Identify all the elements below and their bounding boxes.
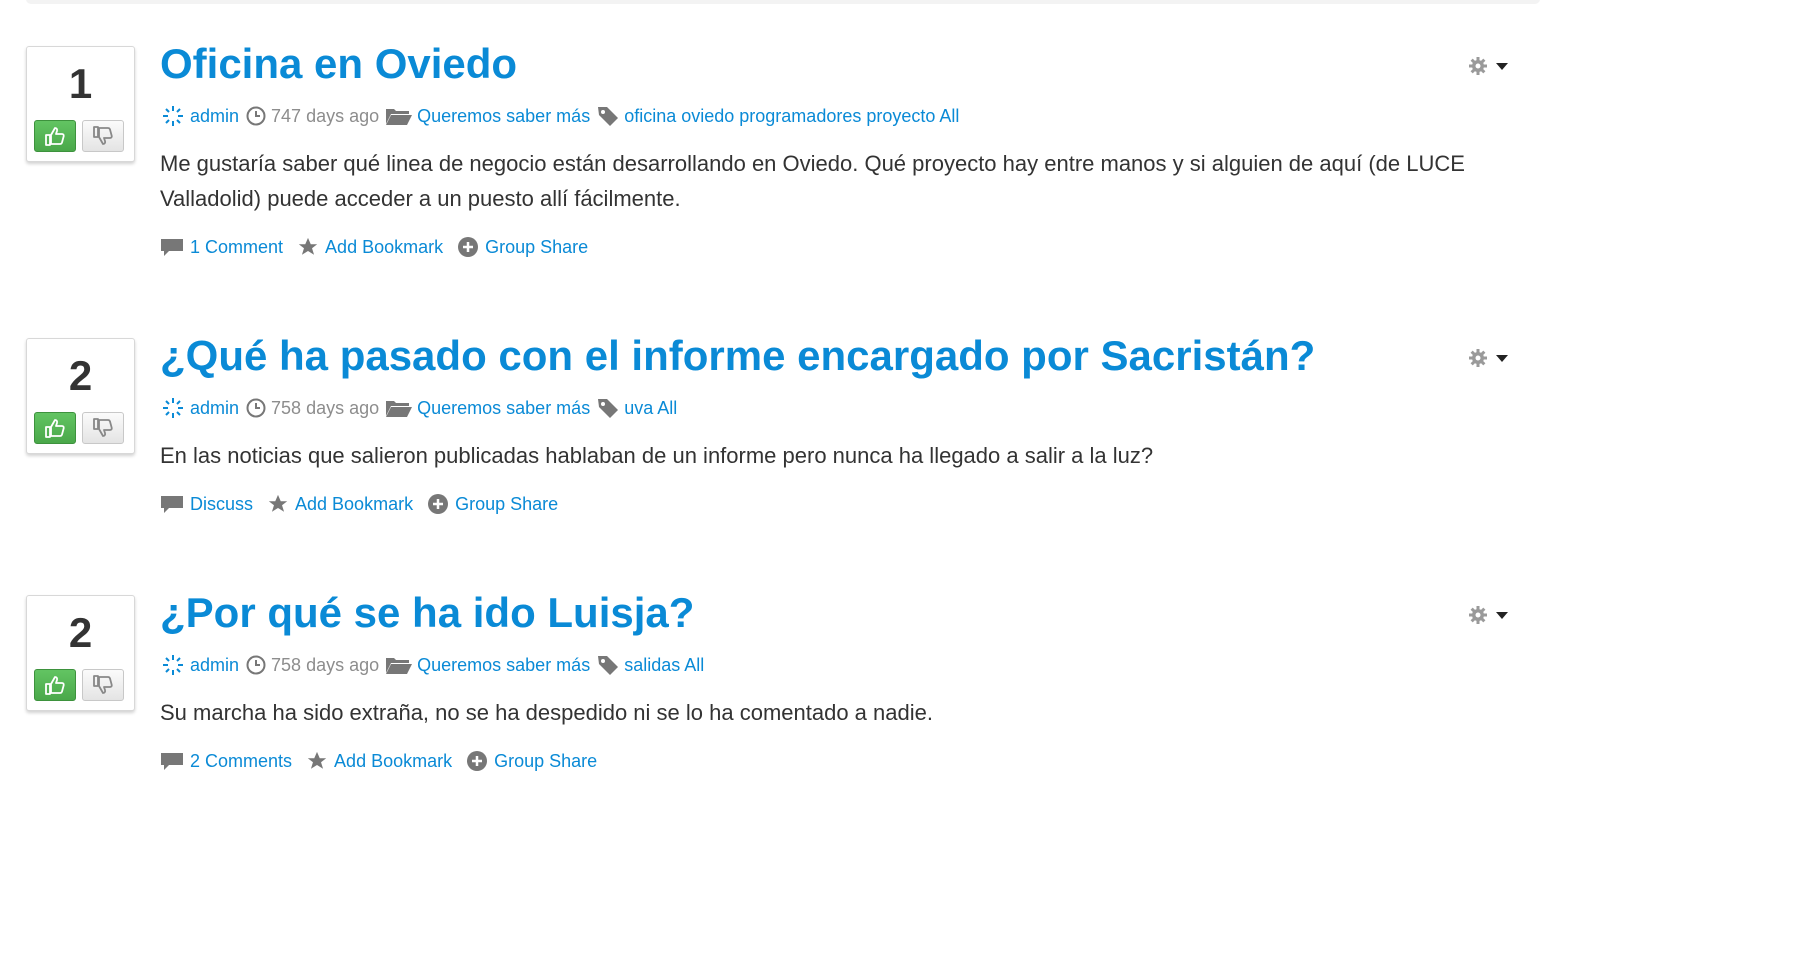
- tag-icon: [596, 397, 620, 419]
- post-options-menu[interactable]: [1468, 54, 1516, 78]
- share-label: Group Share: [494, 750, 598, 771]
- author-link[interactable]: admin: [190, 106, 239, 127]
- plus-circle-icon: [467, 751, 488, 771]
- comments-link[interactable]: Discuss: [160, 493, 253, 515]
- comments-label: Discuss: [190, 493, 254, 514]
- comment-icon: [161, 496, 183, 513]
- plus-circle-icon: [428, 494, 449, 514]
- avatar-icon: [160, 653, 186, 677]
- vote-box: 2: [26, 338, 135, 454]
- clock-icon: [245, 105, 267, 127]
- star-icon: [298, 237, 318, 255]
- group-share-link[interactable]: Group Share: [466, 750, 597, 772]
- comments-link[interactable]: 1 Comment: [160, 236, 283, 258]
- tag-icon: [596, 654, 620, 676]
- post-options-menu[interactable]: [1468, 603, 1516, 627]
- tag-icon: [596, 105, 620, 127]
- tags-link[interactable]: salidas All: [624, 655, 704, 676]
- post-meta: admin 758 days ago Queremos saber más uv…: [160, 396, 677, 420]
- thumbs-down-icon: [93, 675, 113, 694]
- avatar-icon: [160, 104, 186, 128]
- comments-label: 1 Comment: [190, 236, 284, 257]
- post-title[interactable]: ¿Por qué se ha ido Luisja?: [160, 589, 694, 637]
- post-actions: Discuss Add Bookmark Group Share: [160, 491, 572, 517]
- bookmark-label: Add Bookmark: [295, 493, 414, 514]
- gear-icon: [1469, 57, 1487, 75]
- gear-icon: [1469, 349, 1487, 367]
- comment-icon: [161, 239, 183, 256]
- group-share-link[interactable]: Group Share: [457, 236, 588, 258]
- top-bar: [26, 0, 1540, 4]
- post-options-menu[interactable]: [1468, 346, 1516, 370]
- post-meta: admin 758 days ago Queremos saber más sa…: [160, 653, 704, 677]
- vote-count: 1: [68, 60, 93, 107]
- category-link[interactable]: Queremos saber más: [417, 655, 590, 676]
- gear-icon: [1469, 606, 1487, 624]
- comments-label: 2 Comments: [190, 750, 293, 771]
- post-actions: 1 Comment Add Bookmark Group Share: [160, 234, 602, 260]
- vote-down-button[interactable]: [82, 412, 124, 444]
- thumbs-up-icon: [45, 676, 65, 695]
- thumbs-down-icon: [93, 126, 113, 145]
- folder-icon: [385, 106, 413, 126]
- star-icon: [268, 494, 288, 512]
- category-link[interactable]: Queremos saber más: [417, 106, 590, 127]
- vote-count: 2: [68, 609, 93, 656]
- vote-up-button[interactable]: [34, 120, 76, 152]
- share-label: Group Share: [485, 236, 589, 257]
- plus-circle-icon: [458, 237, 479, 257]
- vote-down-button[interactable]: [82, 120, 124, 152]
- bookmark-label: Add Bookmark: [325, 236, 444, 257]
- post-time: 758 days ago: [271, 397, 380, 418]
- clock-icon: [245, 654, 267, 676]
- category-link[interactable]: Queremos saber más: [417, 398, 590, 419]
- post-actions: 2 Comments Add Bookmark Group Share: [160, 748, 611, 774]
- chevron-down-icon: [1496, 611, 1508, 619]
- post-title[interactable]: Oficina en Oviedo: [160, 40, 517, 88]
- star-icon: [307, 751, 327, 769]
- vote-box: 1: [26, 46, 135, 162]
- chevron-down-icon: [1496, 354, 1508, 362]
- thumbs-down-icon: [93, 418, 113, 437]
- post-body: Me gustaría saber qué linea de negocio e…: [160, 151, 1465, 211]
- add-bookmark-link[interactable]: Add Bookmark: [267, 493, 413, 515]
- vote-count: 2: [68, 352, 93, 399]
- author-link[interactable]: admin: [190, 655, 239, 676]
- post-time: 747 days ago: [271, 105, 380, 126]
- vote-up-button[interactable]: [34, 412, 76, 444]
- post-body: En las noticias que salieron publicadas …: [160, 443, 1154, 468]
- group-share-link[interactable]: Group Share: [427, 493, 558, 515]
- add-bookmark-link[interactable]: Add Bookmark: [297, 236, 443, 258]
- thumbs-up-icon: [45, 127, 65, 146]
- vote-up-button[interactable]: [34, 669, 76, 701]
- add-bookmark-link[interactable]: Add Bookmark: [306, 750, 452, 772]
- vote-box: 2: [26, 595, 135, 711]
- avatar-icon: [160, 396, 186, 420]
- bookmark-label: Add Bookmark: [334, 750, 453, 771]
- share-label: Group Share: [455, 493, 559, 514]
- post-title[interactable]: ¿Qué ha pasado con el informe encargado …: [160, 332, 1315, 380]
- tags-link[interactable]: uva All: [624, 398, 677, 419]
- folder-icon: [385, 655, 413, 675]
- tags-link[interactable]: oficina oviedo programadores proyecto Al…: [624, 106, 959, 127]
- folder-icon: [385, 398, 413, 418]
- author-link[interactable]: admin: [190, 398, 239, 419]
- chevron-down-icon: [1496, 62, 1508, 70]
- post-time: 758 days ago: [271, 654, 380, 675]
- post-body: Su marcha ha sido extraña, no se ha desp…: [160, 700, 933, 725]
- clock-icon: [245, 397, 267, 419]
- comments-link[interactable]: 2 Comments: [160, 750, 292, 772]
- comment-icon: [161, 753, 183, 770]
- post-meta: admin 747 days ago Queremos saber más of…: [160, 104, 959, 128]
- vote-down-button[interactable]: [82, 669, 124, 701]
- thumbs-up-icon: [45, 419, 65, 438]
